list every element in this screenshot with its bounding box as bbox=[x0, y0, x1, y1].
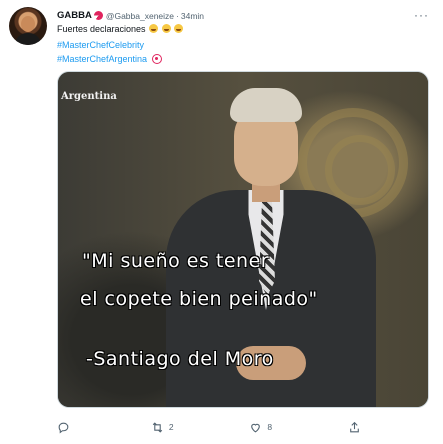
hair bbox=[230, 88, 302, 122]
reply-icon bbox=[58, 422, 69, 433]
separator: · bbox=[176, 10, 179, 21]
hashtag-link[interactable]: #MasterChefArgentina bbox=[57, 54, 162, 64]
hashtag-link[interactable]: #MasterChefCelebrity bbox=[57, 40, 144, 50]
more-options-button[interactable]: ··· bbox=[414, 8, 429, 22]
avatar[interactable] bbox=[9, 7, 47, 45]
share-button[interactable] bbox=[348, 421, 361, 434]
grinning-sweat-emoji-icon bbox=[161, 24, 171, 33]
like-icon bbox=[251, 423, 261, 432]
avatar-shirt bbox=[15, 33, 41, 45]
like-button[interactable]: 8 bbox=[249, 421, 272, 434]
retweet-button[interactable]: 2 bbox=[151, 421, 174, 434]
timestamp[interactable]: 34min bbox=[181, 11, 204, 21]
grinning-sweat-emoji-icon bbox=[149, 24, 159, 33]
caption-line: -Santiago del Moro bbox=[86, 348, 274, 370]
tweet-text: Fuertes declaraciones bbox=[57, 24, 184, 34]
display-name[interactable]: GABBA bbox=[57, 10, 92, 21]
brand-badge-icon bbox=[93, 11, 103, 20]
tweet-text-content: Fuertes declaraciones bbox=[57, 24, 146, 34]
tweet-media-image[interactable]: Argentina "Mi sueño es tener el copete b… bbox=[57, 71, 429, 408]
tweet: GABBA @Gabba_xeneize · 34min ··· Fuertes… bbox=[0, 0, 443, 444]
caption-line: el copete bien peinado" bbox=[80, 288, 318, 310]
like-count: 8 bbox=[267, 422, 273, 432]
tweet-actions: 2 8 bbox=[57, 419, 429, 435]
retweet-count: 2 bbox=[168, 422, 174, 432]
avatar-face bbox=[21, 16, 35, 32]
hashtag-badge-icon bbox=[151, 54, 162, 64]
grinning-sweat-emoji-icon bbox=[174, 24, 184, 33]
tweet-header: GABBA @Gabba_xeneize · 34min bbox=[57, 10, 204, 21]
caption-line: "Mi sueño es tener bbox=[82, 250, 270, 272]
share-icon bbox=[350, 421, 359, 432]
channel-watermark: Argentina bbox=[61, 91, 117, 102]
retweet-icon bbox=[152, 421, 163, 433]
reply-button[interactable] bbox=[57, 421, 75, 434]
user-handle[interactable]: @Gabba_xeneize bbox=[106, 11, 174, 21]
hashtag-text[interactable]: #MasterChefArgentina bbox=[57, 54, 147, 64]
